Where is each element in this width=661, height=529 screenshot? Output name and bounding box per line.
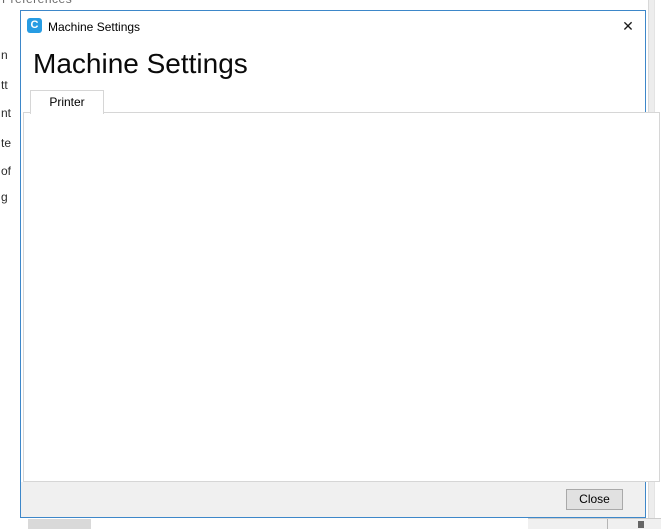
background-fragment <box>28 519 91 529</box>
dialog-footer: Close <box>21 482 645 517</box>
close-button[interactable]: Close <box>566 489 623 510</box>
tab-printer[interactable]: Printer <box>30 90 104 114</box>
background-fragment <box>607 519 608 529</box>
page-title: Machine Settings <box>33 48 248 79</box>
background-text-fragment: nt <box>1 106 12 120</box>
title-bar[interactable]: C Machine Settings ✕ <box>21 11 645 43</box>
close-icon[interactable]: ✕ <box>616 15 640 37</box>
background-text-fragment: Preferences <box>2 0 72 6</box>
machine-settings-dialog: C Machine Settings ✕ Machine Settings Pr… <box>20 10 660 518</box>
window-title: Machine Settings <box>48 20 141 34</box>
background-text-fragment: tt <box>1 78 8 92</box>
cura-app-icon: C <box>27 18 42 33</box>
background-text-fragment: of <box>1 164 12 178</box>
tab-content-panel <box>23 112 660 482</box>
background-fragment <box>638 521 644 528</box>
screen: Preferences n tt nt te of g C Machine Se… <box>0 0 661 529</box>
background-text-fragment: te <box>1 136 12 150</box>
background-text-fragment: n <box>1 48 8 62</box>
background-text-fragment: g <box>1 190 8 204</box>
